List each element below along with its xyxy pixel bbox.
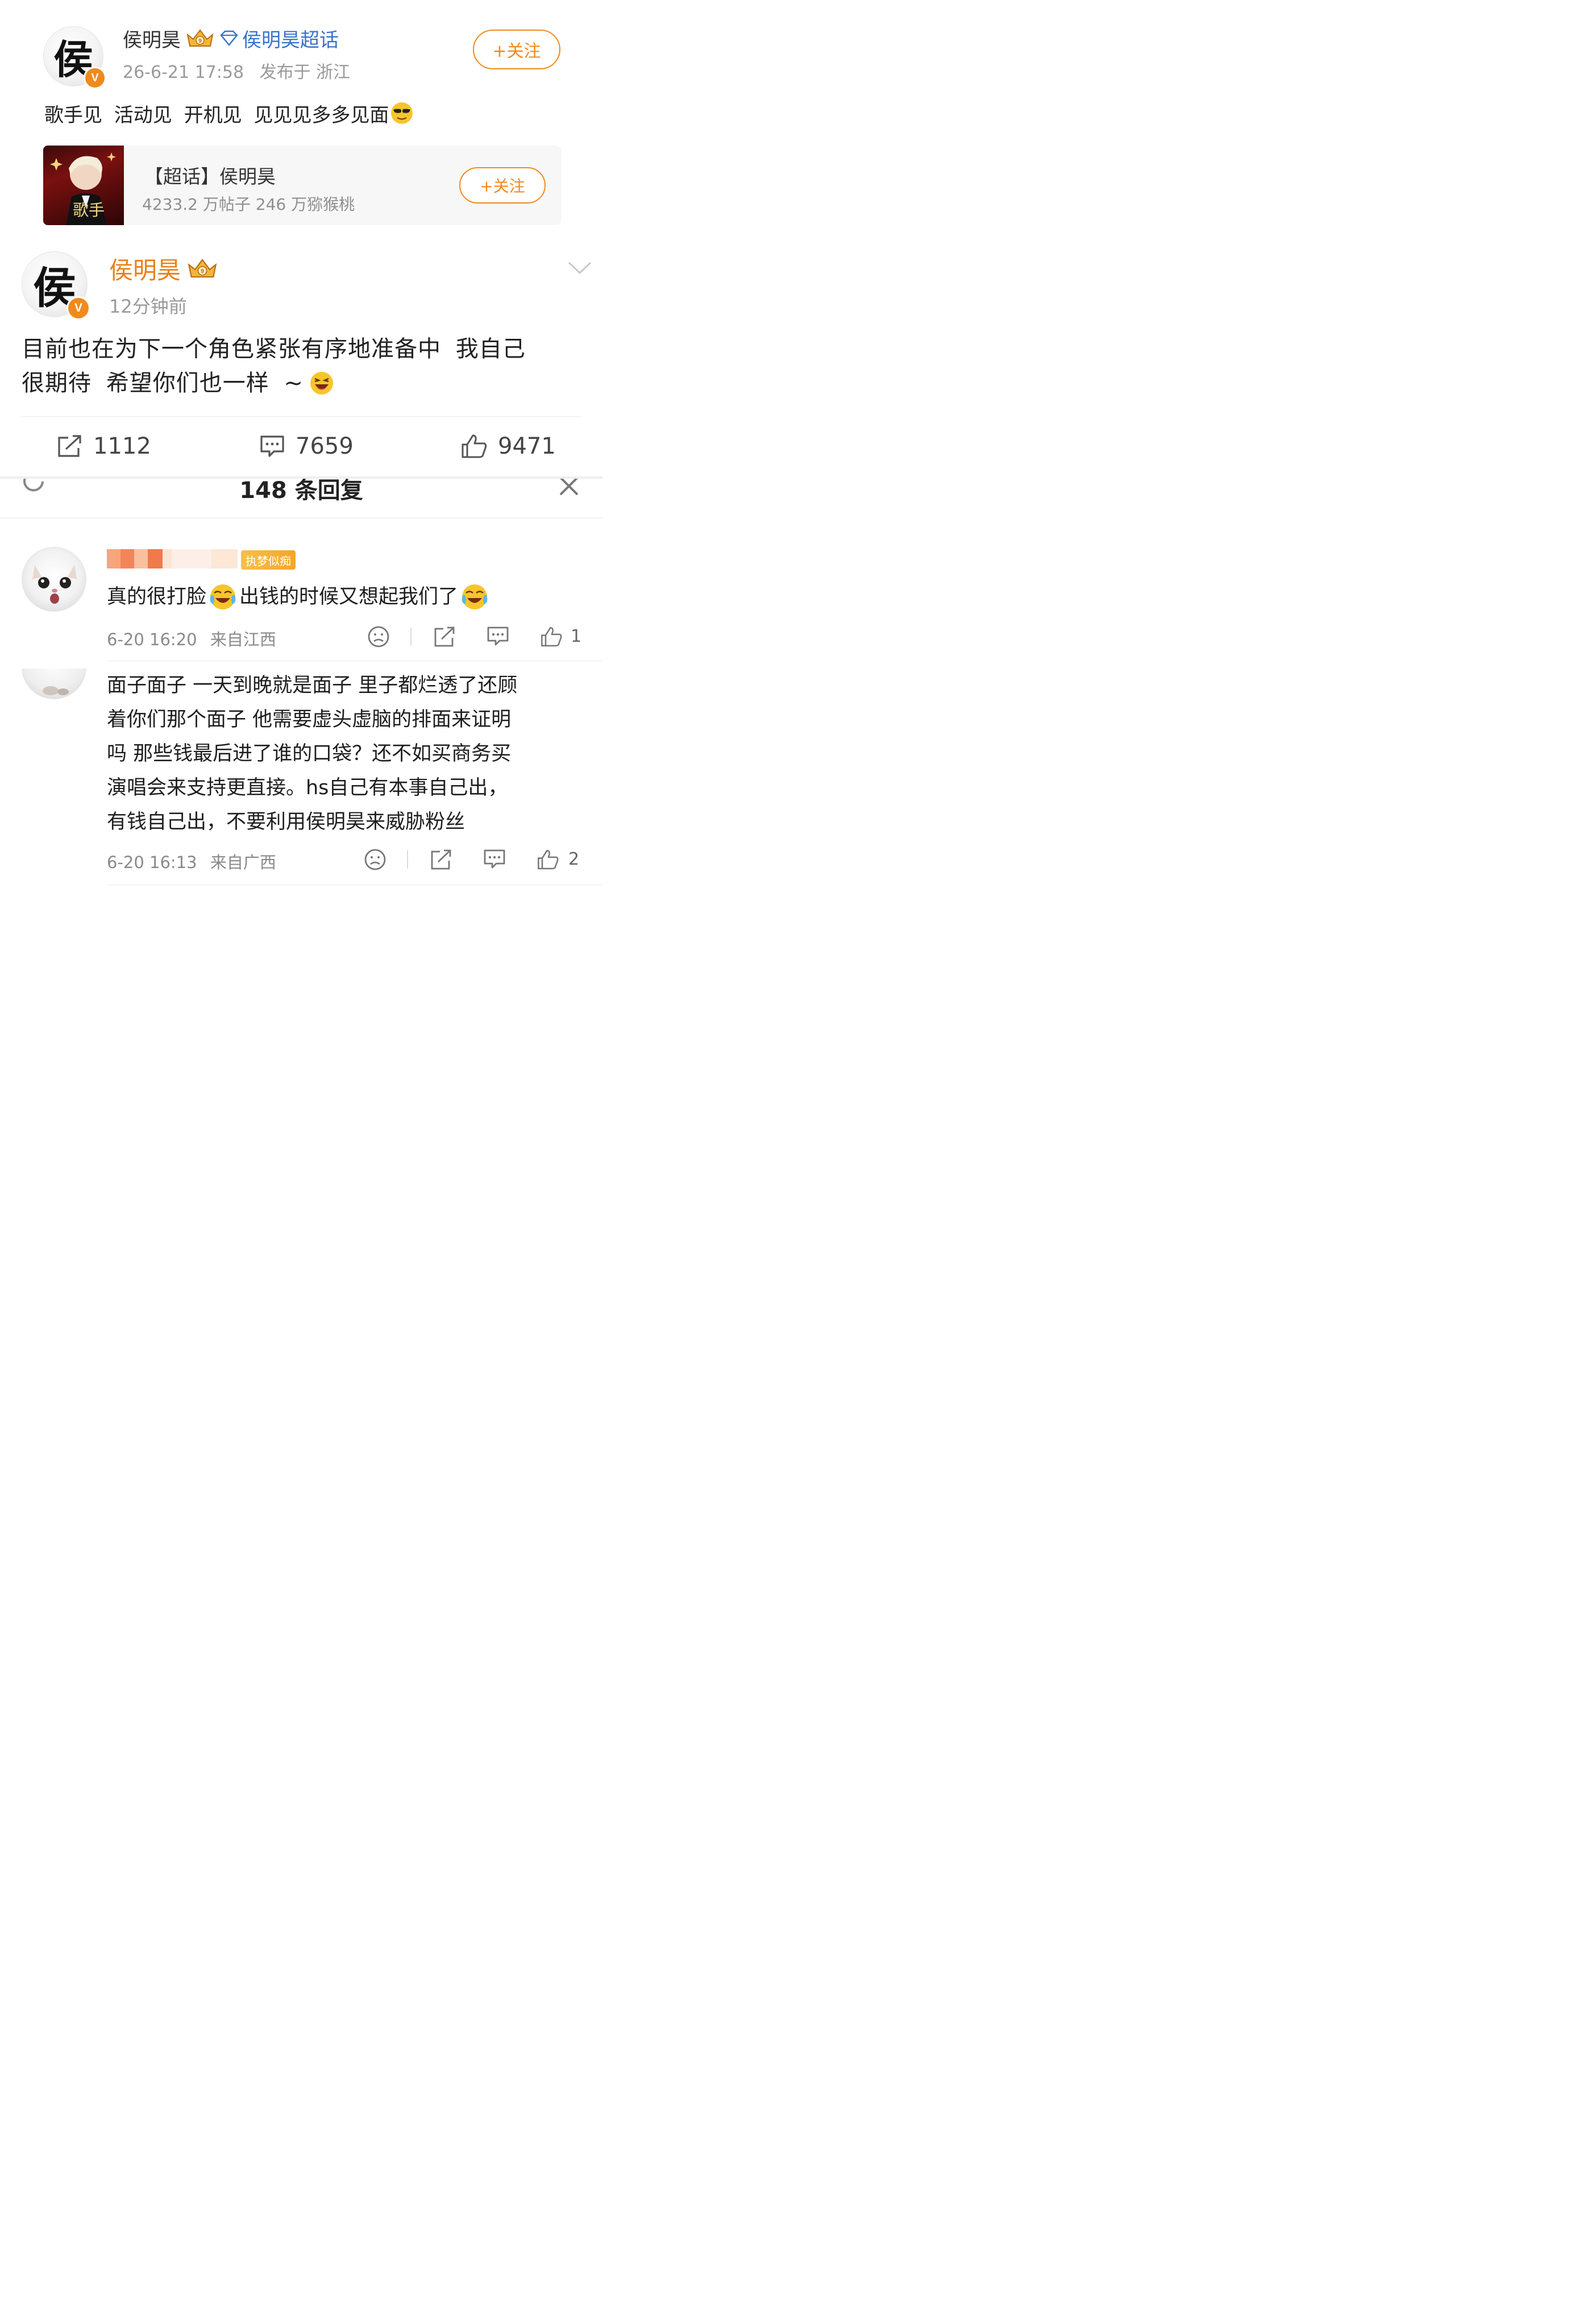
redacted-block (211, 549, 238, 568)
super-topic-cover: 歌手 (43, 146, 124, 225)
post1-text-row: 歌手见 活动见 开机见 见见见多多见面 (44, 99, 414, 127)
post2-text-line1: 目前也在为下一个角色紧张有序地准备中 我自己 (22, 336, 526, 362)
share-icon[interactable] (433, 625, 456, 648)
dislike-face-icon[interactable] (367, 625, 390, 648)
super-topic-card[interactable]: 歌手 【超话】侯明昊 4233.2 万帖子 246 万猕猴桃 +关注 (43, 146, 562, 225)
close-icon[interactable] (558, 476, 580, 497)
action-separator (410, 628, 412, 646)
post2-text-line2-row: 很期待 希望你们也一样 ~ (22, 366, 526, 400)
reply-icon[interactable] (487, 625, 509, 648)
comment1-time: 6-20 16:20 (107, 630, 197, 649)
post1-author-name[interactable]: 侯明昊 (123, 24, 181, 52)
cover-title: 歌手 (73, 201, 105, 219)
post1-time: 26-6-21 17:58 (123, 63, 244, 82)
post2-author-name[interactable]: 侯明昊 (109, 251, 181, 286)
crying-laugh-emoji-icon (210, 584, 236, 609)
comment-count: 7659 (296, 433, 354, 459)
card-title: 【超话】侯明昊 (144, 165, 276, 188)
comment2-meta: 6-20 16:13 来自广西 (107, 849, 276, 873)
topic-link[interactable]: 侯明昊超话 (242, 24, 339, 52)
redacted-block (148, 549, 163, 568)
redacted-block (107, 549, 120, 568)
post1-location: 发布于 浙江 (259, 63, 351, 82)
dislike-face-icon[interactable] (364, 848, 386, 871)
post1-author-row: 侯明昊 9 侯明昊超话 (123, 24, 339, 52)
comment1-tag: 执梦似痴 (241, 550, 296, 570)
comment1-tag-text: 执梦似痴 (246, 554, 291, 568)
comment2-text: 面子面子 一天到晚就是面子 里子都烂透了还顾 着你们那个面子 他需要虚头虚脑的排… (107, 669, 517, 839)
cat-face-icon (43, 686, 69, 695)
repost-stat[interactable]: 1112 (57, 433, 151, 459)
comment2-location: 来自广西 (210, 853, 276, 872)
replies-header: 148 条回复 (0, 476, 602, 518)
comment2-time: 6-20 16:13 (107, 853, 197, 872)
redacted-block (134, 549, 148, 568)
chevron-down-icon[interactable] (567, 260, 592, 276)
diamond-icon (220, 30, 238, 46)
cat-face-icon (32, 565, 77, 604)
crown-icon: 9 (188, 259, 217, 278)
redacted-block (172, 549, 211, 568)
repost-icon (58, 435, 81, 457)
like-count: 9471 (498, 433, 556, 459)
comment2-line5: 有钱自己出，不要利用侯明昊来威胁粉丝 (107, 811, 466, 833)
comment-icon (260, 435, 284, 457)
verified-badge-icon: V (84, 67, 106, 89)
repost-count: 1112 (93, 433, 151, 459)
replies-title: 148 条回复 (239, 478, 363, 504)
comment1-meta: 6-20 16:20 来自江西 (107, 626, 276, 650)
action-separator (407, 850, 408, 869)
crown-icon: 9 (186, 29, 214, 47)
comment2-like-count: 2 (568, 849, 580, 869)
svg-text:9: 9 (198, 38, 202, 44)
laughing-emoji-icon (310, 372, 333, 395)
post2-author-row: 侯明昊 9 (109, 251, 218, 286)
thumbs-up-icon[interactable] (537, 848, 559, 871)
redacted-block (163, 549, 172, 568)
comment1-username-redacted[interactable] (107, 549, 238, 568)
post1-avatar[interactable]: 侯 V (43, 26, 106, 89)
comment2-line1: 面子面子 一天到晚就是面子 里子都烂透了还顾 (107, 674, 518, 697)
follow-button[interactable]: +关注 (473, 30, 560, 69)
comment2-line4: 演唱会来支持更直接。hs自己有本事自己出， (107, 777, 508, 799)
post2-text: 目前也在为下一个角色紧张有序地准备中 我自己 很期待 希望你们也一样 ~ (22, 332, 526, 400)
verified-badge-icon: V (67, 296, 90, 320)
comment1-text-row: 真的很打脸 出钱的时候又想起我们了 (107, 580, 489, 614)
card-stats: 4233.2 万帖子 246 万猕猴桃 (142, 195, 355, 214)
post2-time: 12分钟前 (109, 296, 187, 317)
crying-laugh-emoji-icon (462, 584, 488, 609)
comment1-like-count: 1 (571, 626, 582, 646)
sunglasses-emoji-icon (391, 102, 413, 124)
comment2-line2: 着你们那个面子 他需要虚头虚脑的排面来证明 (107, 708, 512, 731)
comment2-line3: 吗 那些钱最后进了谁的口袋？还不如买商务买 (107, 742, 512, 765)
card-follow-button[interactable]: +关注 (459, 167, 546, 204)
comment-stat[interactable]: 7659 (259, 433, 354, 459)
post2-avatar[interactable]: 侯 V (22, 251, 90, 320)
comment1-avatar[interactable] (22, 547, 86, 612)
post1-text: 歌手见 活动见 开机见 见见见多多见面 (44, 103, 389, 127)
svg-text:9: 9 (201, 268, 204, 275)
like-stat[interactable]: 9471 (460, 433, 556, 459)
post2-text-line2: 很期待 希望你们也一样 ~ (22, 370, 304, 396)
post-divider (20, 416, 582, 417)
comment1-text-part1: 真的很打脸 (107, 586, 207, 608)
reply-icon[interactable] (483, 848, 506, 871)
comment1-location: 来自江西 (210, 630, 276, 649)
thumbs-up-icon[interactable] (540, 625, 563, 648)
redacted-block (120, 549, 134, 568)
comment2-avatar[interactable] (22, 669, 86, 699)
thumbs-up-icon (462, 434, 487, 458)
share-icon[interactable] (430, 848, 452, 871)
comment1-text-part2: 出钱的时候又想起我们了 (239, 586, 459, 608)
post1-meta: 26-6-21 17:58 发布于 浙江 (123, 58, 350, 83)
